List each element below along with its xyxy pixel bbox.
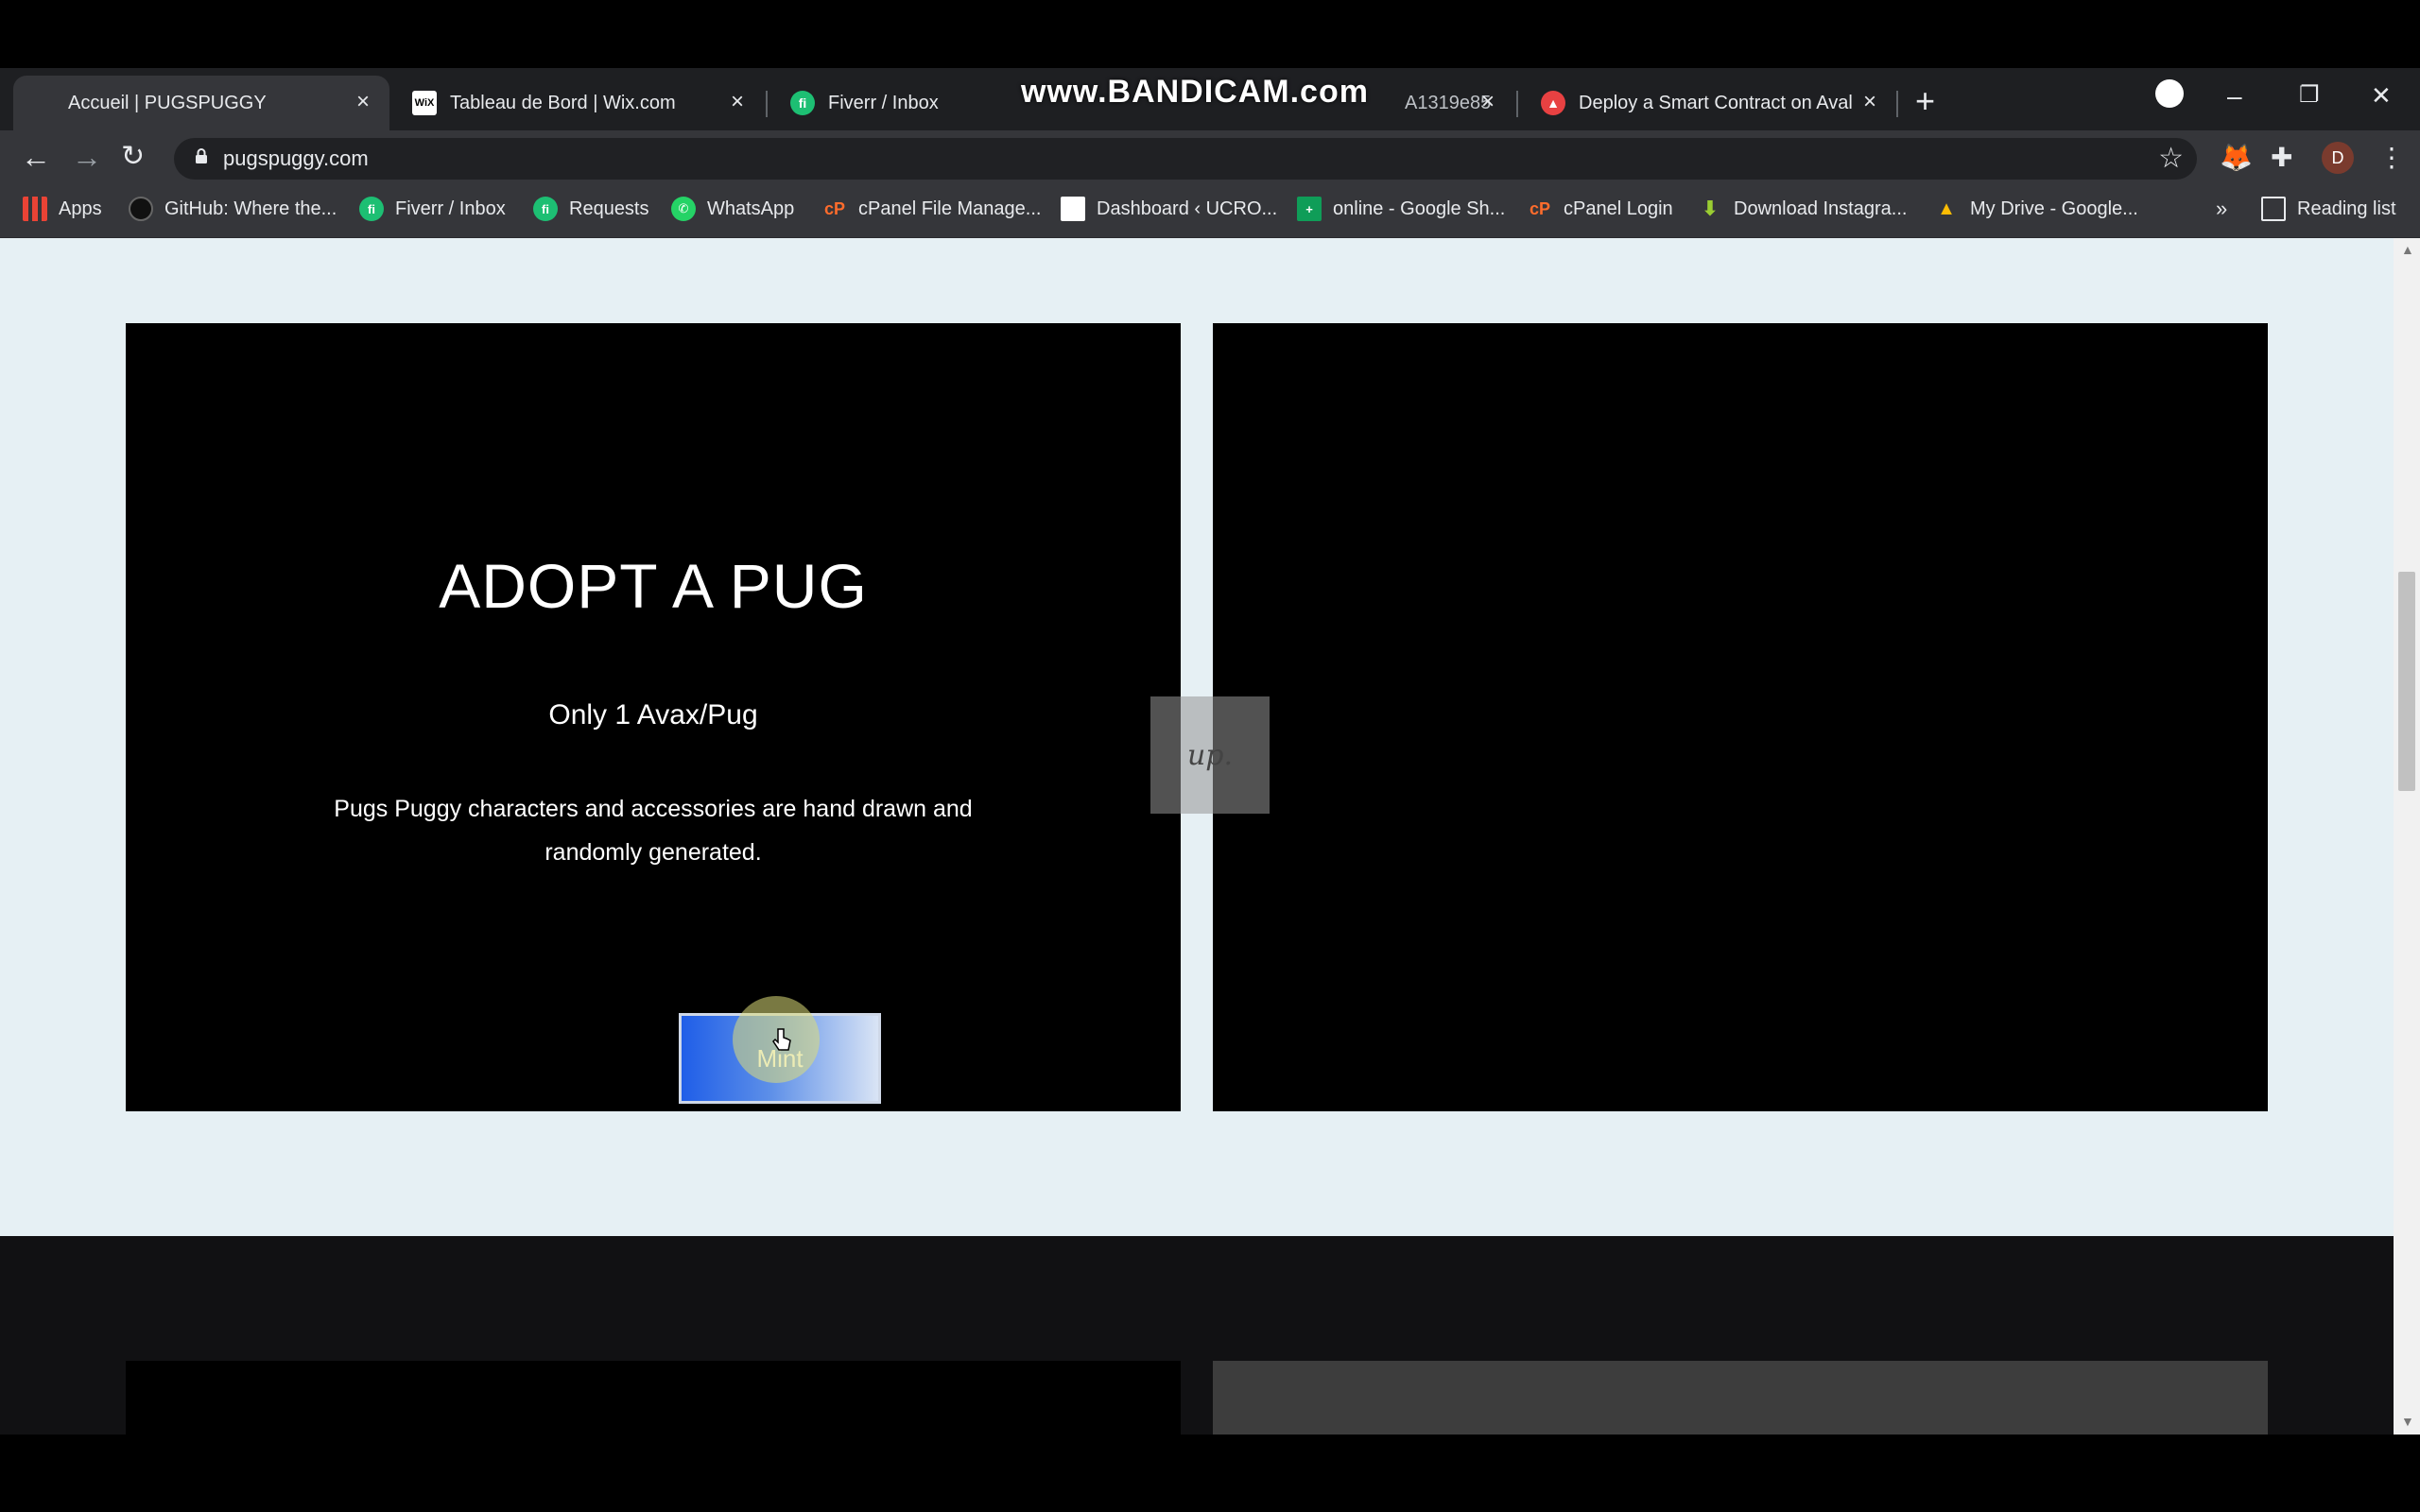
- fiverr-icon: fi: [533, 197, 558, 221]
- bookmark-label: GitHub: Where the...: [164, 198, 337, 219]
- scroll-down-icon[interactable]: ▼: [2401, 1414, 2414, 1429]
- cpanel-icon: cP: [1529, 198, 1551, 218]
- bookmark-dashboard[interactable]: Dashboard ‹ UCRO...: [1061, 197, 1277, 221]
- cpanel-icon: cP: [823, 198, 846, 218]
- tab-pugspuggy[interactable]: Accueil | PUGSPUGGY ×: [13, 76, 389, 130]
- reading-list-icon: [2261, 197, 2286, 221]
- page-scrollbar[interactable]: [2394, 238, 2420, 1435]
- wix-icon: WiX: [412, 91, 437, 115]
- google-drive-icon: ▲: [1937, 198, 1956, 219]
- forward-icon[interactable]: →: [72, 140, 102, 175]
- profile-avatar[interactable]: D: [2322, 142, 2354, 174]
- apps-grid-icon: [23, 197, 47, 221]
- browser-toolbar: ← → ↻ pugspuggy.com ☆ 🦊 ✚ D ⋮: [0, 130, 2420, 187]
- taskbar-area: [0, 1435, 2420, 1512]
- wix-badge: up.: [1150, 696, 1270, 814]
- bookmark-star-icon[interactable]: ☆: [2158, 142, 2184, 175]
- lower-panel-right: [1213, 1361, 2268, 1435]
- avalanche-icon: ▲: [1541, 91, 1565, 115]
- download-icon: ⬇: [1701, 197, 1720, 220]
- tab-fiverr[interactable]: fi Fiverr / Inbox: [768, 76, 1004, 130]
- fiverr-icon: fi: [359, 197, 384, 221]
- tab-title: Fiverr / Inbox: [828, 92, 939, 113]
- tab-separator: [1896, 91, 1898, 117]
- minimize-button[interactable]: –: [2227, 81, 2242, 112]
- bookmark-label: online - Google Sh...: [1333, 198, 1506, 219]
- whatsapp-icon: ✆: [671, 197, 696, 221]
- description-line-1: Pugs Puggy characters and accessories ar…: [334, 796, 973, 822]
- bookmark-apps[interactable]: Apps: [23, 197, 102, 221]
- back-icon[interactable]: ←: [21, 140, 51, 175]
- bookmark-fiverr[interactable]: fi Fiverr / Inbox: [359, 197, 506, 221]
- restore-button[interactable]: ❐: [2299, 81, 2320, 109]
- tab-title: Tableau de Bord | Wix.com: [450, 92, 676, 113]
- address-bar[interactable]: pugspuggy.com ☆: [174, 138, 2197, 180]
- web-page: ADOPT A PUG Only 1 Avax/Pug Pugs Puggy c…: [0, 238, 2394, 1435]
- recording-watermark: www.BANDICAM.com: [1021, 74, 1369, 110]
- bookmarks-bar: Apps GitHub: Where the... fi Fiverr / In…: [0, 187, 2420, 238]
- bookmark-whatsapp[interactable]: ✆ WhatsApp: [671, 197, 794, 221]
- bookmark-label: Fiverr / Inbox: [395, 198, 506, 219]
- tab-title: Deploy a Smart Contract on Aval: [1579, 92, 1853, 113]
- close-icon[interactable]: ×: [1857, 89, 1883, 115]
- scroll-up-icon[interactable]: ▲: [2401, 242, 2414, 257]
- bookmark-label: My Drive - Google...: [1970, 198, 2138, 219]
- tab-wix[interactable]: WiX Tableau de Bord | Wix.com ×: [389, 76, 764, 130]
- lock-icon: [196, 148, 207, 163]
- close-icon[interactable]: ×: [724, 89, 751, 115]
- pug-image-panel: [1213, 323, 2268, 1111]
- tab-avalanche[interactable]: ▲ Deploy a Smart Contract on Aval ×: [1518, 76, 1896, 130]
- fiverr-icon: fi: [790, 91, 815, 115]
- document-icon: [1061, 197, 1085, 221]
- bookmark-label: Apps: [59, 198, 102, 219]
- metamask-icon[interactable]: 🦊: [2220, 142, 2253, 173]
- dark-section: [0, 1236, 2394, 1435]
- hand-cursor-icon: [772, 1028, 791, 1051]
- bookmark-cpanel-file[interactable]: cP cPanel File Manage...: [822, 197, 1041, 221]
- hero-heading: ADOPT A PUG: [439, 551, 868, 621]
- close-window-button[interactable]: ✕: [2371, 81, 2392, 111]
- new-tab-button[interactable]: +: [1915, 81, 1935, 121]
- bookmark-download-instagram[interactable]: ⬇ Download Instagra...: [1698, 197, 1908, 221]
- reading-list-label: Reading list: [2297, 198, 2396, 219]
- price-text: Only 1 Avax/Pug: [548, 699, 758, 730]
- lower-panel-left: [126, 1361, 1181, 1435]
- google-sheets-icon: +: [1297, 197, 1322, 221]
- close-icon[interactable]: ×: [350, 89, 376, 115]
- bookmark-github[interactable]: GitHub: Where the...: [129, 197, 337, 221]
- github-icon: [129, 197, 153, 221]
- bookmark-label: Dashboard ‹ UCRO...: [1097, 198, 1278, 219]
- adopt-panel: ADOPT A PUG Only 1 Avax/Pug Pugs Puggy c…: [126, 323, 1181, 1111]
- reload-icon[interactable]: ↻: [121, 140, 145, 173]
- bookmark-cpanel-login[interactable]: cP cPanel Login: [1528, 197, 1673, 221]
- url-text: pugspuggy.com: [223, 146, 369, 170]
- menu-dots-icon[interactable]: ⋮: [2378, 142, 2405, 173]
- bookmark-label: Requests: [569, 198, 649, 219]
- close-icon[interactable]: ×: [1475, 89, 1501, 115]
- bookmarks-overflow-button[interactable]: »: [2216, 197, 2227, 221]
- bookmark-label: cPanel File Manage...: [858, 198, 1042, 219]
- bookmark-label: WhatsApp: [707, 198, 795, 219]
- scrollbar-thumb[interactable]: [2398, 572, 2415, 791]
- reading-list-button[interactable]: Reading list: [2261, 197, 2396, 221]
- bookmark-label: Download Instagra...: [1734, 198, 1908, 219]
- bookmark-requests[interactable]: fi Requests: [533, 197, 649, 221]
- bookmark-label: cPanel Login: [1564, 198, 1673, 219]
- tab-search-icon[interactable]: [2155, 79, 2184, 108]
- tab-title: Accueil | PUGSPUGGY: [68, 92, 267, 113]
- bookmark-google-drive[interactable]: ▲ My Drive - Google...: [1934, 197, 2138, 221]
- screen: Accueil | PUGSPUGGY × WiX Tableau de Bor…: [0, 0, 2420, 1512]
- description-line-2: randomly generated.: [544, 839, 762, 866]
- extensions-puzzle-icon[interactable]: ✚: [2271, 142, 2292, 173]
- bookmark-google-sheets[interactable]: + online - Google Sh...: [1297, 197, 1505, 221]
